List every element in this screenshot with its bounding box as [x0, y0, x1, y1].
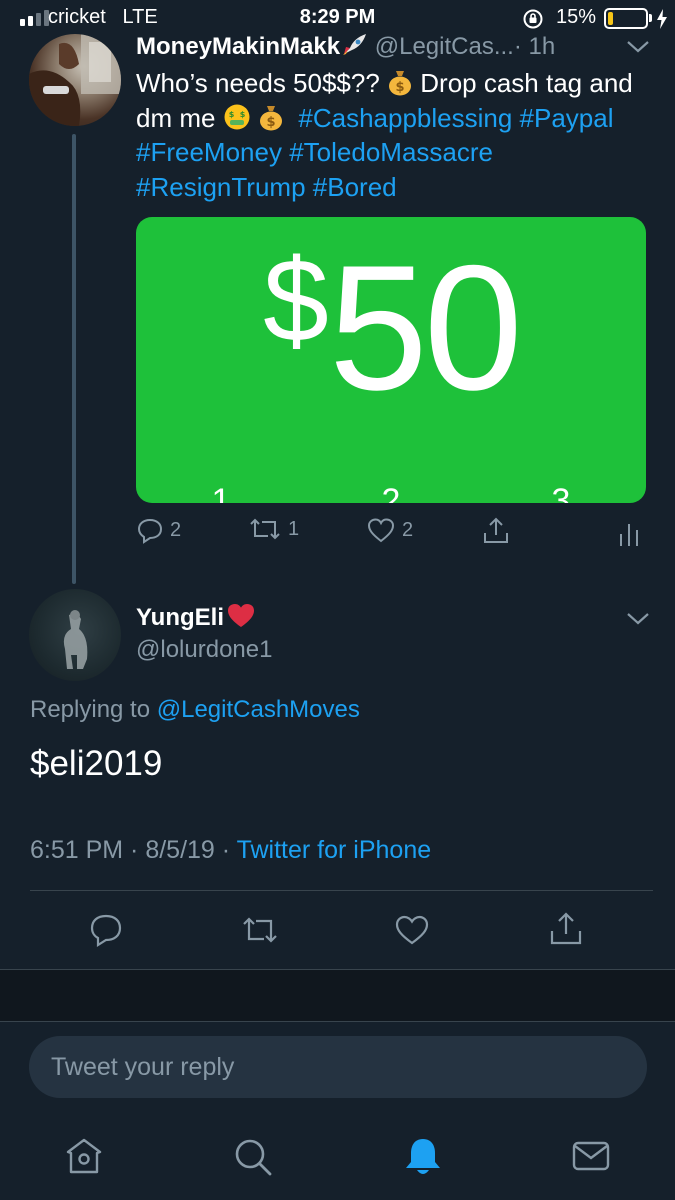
tweet-media-image[interactable]: $50 1 2 3 — [136, 217, 646, 503]
share-icon — [481, 516, 511, 546]
messages-icon — [570, 1136, 612, 1176]
charging-bolt-icon — [656, 9, 668, 29]
share-icon — [548, 910, 584, 948]
hashtag-link[interactable]: #Bored — [313, 172, 397, 202]
tweet-date: 8/5/19 — [145, 836, 215, 864]
cash-amount: $50 — [136, 225, 646, 430]
tweet-text-part1: Who’s needs 50$$?? — [136, 68, 388, 98]
keypad-key: 2 — [381, 482, 401, 503]
analytics-icon — [618, 520, 640, 548]
analytics-action[interactable] — [618, 520, 640, 548]
bottom-tab-bar — [0, 1110, 675, 1200]
tweet-source-link[interactable]: Twitter for iPhone — [237, 836, 432, 864]
retweet-icon — [248, 516, 282, 542]
red-heart-emoji-icon — [226, 602, 256, 629]
reply-icon — [88, 912, 124, 948]
reply-author-handle[interactable]: @lolurdone1 — [136, 636, 272, 664]
reply-button[interactable] — [88, 912, 124, 948]
svg-text:$: $ — [239, 110, 245, 119]
heart-icon — [366, 516, 396, 544]
focused-tweet-actions — [30, 908, 653, 956]
cash-dollar-sign: $ — [263, 235, 329, 367]
retweet-action[interactable]: 1 — [248, 516, 299, 542]
reply-composer-input[interactable]: Tweet your reply — [29, 1036, 647, 1098]
like-button[interactable] — [394, 913, 430, 947]
heart-icon — [394, 913, 430, 947]
divider — [0, 1021, 675, 1022]
battery-level-fill — [608, 12, 613, 25]
reply-author-name[interactable]: YungEli — [136, 604, 224, 631]
money-bag-emoji-icon: $ — [387, 68, 413, 96]
money-bag-emoji-icon-2: $ — [258, 103, 284, 131]
svg-text:$: $ — [228, 110, 234, 119]
replying-to-label: Replying to — [30, 696, 151, 723]
keypad-key: 3 — [551, 482, 571, 503]
reply-icon — [136, 516, 164, 544]
messages-tab[interactable] — [570, 1136, 612, 1176]
tweet-text: Who’s needs 50$$?? $ Drop cash tag and d… — [136, 66, 646, 204]
retweet-count: 1 — [288, 517, 300, 540]
home-tab[interactable] — [63, 1136, 105, 1176]
cash-keypad-row: 1 2 3 — [136, 482, 646, 503]
orientation-lock-icon — [522, 8, 544, 30]
retweet-button[interactable] — [240, 914, 280, 946]
hashtag-link[interactable]: #ToledoMassacre — [289, 137, 493, 167]
share-button[interactable] — [548, 910, 584, 948]
reply-composer-placeholder: Tweet your reply — [51, 1053, 235, 1081]
hashtag-link[interactable]: #FreeMoney — [136, 137, 282, 167]
reply-action[interactable]: 2 — [136, 516, 181, 544]
retweet-icon — [240, 914, 280, 946]
tweet-menu-chevron-icon[interactable] — [626, 40, 650, 54]
rocket-emoji-icon — [340, 32, 368, 58]
home-icon — [63, 1136, 105, 1176]
tweet-author-avatar[interactable] — [29, 34, 121, 126]
tweet-author-handle[interactable]: @LegitCas... — [375, 33, 514, 60]
tweet-actions: 2 1 2 — [136, 516, 646, 556]
replying-to-mention[interactable]: @LegitCashMoves — [157, 696, 360, 723]
notifications-tab[interactable] — [402, 1136, 444, 1178]
reply-author-avatar[interactable] — [29, 589, 121, 681]
tweet-metadata: 6:51 PM · 8/5/19 · Twitter for iPhone — [30, 836, 432, 864]
reply-tweet-text: $eli2019 — [30, 744, 163, 783]
share-action[interactable] — [481, 516, 511, 546]
hashtag-link[interactable]: #ResignTrump — [136, 172, 306, 202]
hashtag-link[interactable]: #Cashappblessing — [298, 103, 512, 133]
section-spacer — [0, 970, 675, 1022]
reply-count: 2 — [170, 518, 182, 541]
cash-amount-value: 50 — [328, 228, 523, 427]
notifications-icon — [402, 1136, 444, 1178]
tweet-header: MoneyMakinMakk @LegitCas...· 1h — [136, 32, 555, 61]
tweet-timestamp: 6:51 PM — [30, 836, 124, 864]
tweet-time-ago: · 1h — [513, 33, 556, 60]
battery-percent: 15% — [556, 6, 597, 28]
thread-connector-line — [72, 134, 76, 584]
search-tab[interactable] — [232, 1136, 274, 1178]
svg-text:$: $ — [266, 115, 275, 130]
tweet-author-name[interactable]: MoneyMakinMakk — [136, 33, 340, 60]
search-icon — [232, 1136, 274, 1178]
battery-icon — [604, 8, 648, 29]
battery-tip — [649, 14, 652, 22]
status-bar: cricket LTE 8:29 PM 15% — [0, 0, 675, 36]
hashtag-link[interactable]: #Paypal — [520, 103, 614, 133]
divider — [30, 890, 653, 891]
keypad-key: 1 — [211, 482, 231, 503]
reply-author-name-row[interactable]: YungEli — [136, 602, 256, 632]
replying-to-line: Replying to @LegitCashMoves — [30, 696, 360, 724]
svg-text:$: $ — [396, 80, 405, 95]
like-count: 2 — [402, 518, 414, 541]
money-mouth-face-emoji-icon: $ $ — [223, 103, 251, 131]
reply-menu-chevron-icon[interactable] — [626, 612, 650, 626]
like-action[interactable]: 2 — [366, 516, 413, 544]
